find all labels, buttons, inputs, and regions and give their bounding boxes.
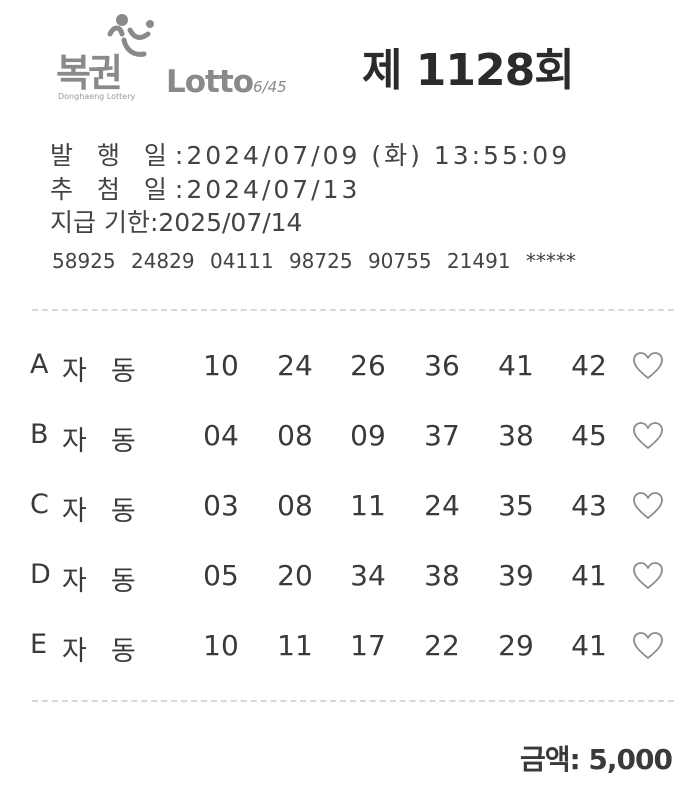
round-title: 제 1128회 [362, 45, 575, 96]
divider-top [32, 309, 674, 311]
draw-date-row: 추 첨 일:2024/07/13 [50, 170, 360, 206]
game-number: 26 [350, 349, 386, 382]
issue-date-value: :2024/07/09 (화) 13:55:09 [174, 141, 571, 170]
game-number: 29 [498, 629, 534, 662]
game-number: 39 [498, 559, 534, 592]
serial-part: 58925 [52, 249, 116, 273]
deadline-value: :2025/07/14 [149, 208, 303, 237]
game-letter: C [30, 489, 49, 520]
game-number: 10 [203, 629, 239, 662]
game-letter: D [30, 559, 51, 590]
game-number: 11 [350, 489, 386, 522]
game-row: B 자동 04 08 09 37 38 45 [0, 413, 698, 463]
game-number: 38 [498, 419, 534, 452]
game-number: 45 [571, 419, 607, 452]
heart-outline-icon[interactable] [632, 351, 664, 381]
game-mode: 자동 [62, 356, 160, 387]
game-row: D 자동 05 20 34 38 39 41 [0, 553, 698, 603]
game-number: 41 [571, 559, 607, 592]
game-number: 38 [424, 559, 460, 592]
game-row: C 자동 03 08 11 24 35 43 [0, 483, 698, 533]
game-number: 20 [277, 559, 313, 592]
issue-date-label: 발 행 일 [50, 141, 175, 170]
serial-part: 21491 [446, 249, 511, 273]
game-number: 09 [350, 419, 386, 452]
heart-outline-icon[interactable] [632, 491, 664, 521]
game-number: 41 [498, 349, 534, 382]
lottery-logo: 복권 Donghaeng Lottery Lotto6/45 [56, 12, 306, 107]
game-row: A 자동 10 24 26 36 41 42 [0, 343, 698, 393]
game-number: 36 [424, 349, 460, 382]
ticket-serial: 58925 24829 04111 98725 90755 21491 ****… [52, 249, 585, 273]
heart-outline-icon[interactable] [632, 631, 664, 661]
serial-part: 24829 [130, 249, 195, 273]
game-number: 41 [571, 629, 607, 662]
divider-bottom [32, 700, 674, 702]
heart-outline-icon[interactable] [632, 561, 664, 591]
game-row: E 자동 10 11 17 22 29 41 [0, 623, 698, 673]
logo-lotto-text: Lotto [166, 64, 254, 100]
draw-date-label: 추 첨 일 [50, 175, 175, 204]
game-number: 05 [203, 559, 239, 592]
game-number: 03 [203, 489, 239, 522]
game-number: 37 [424, 419, 460, 452]
game-number: 10 [203, 349, 239, 382]
game-letter: E [30, 629, 48, 660]
logo-lotto: Lotto6/45 [166, 64, 287, 100]
game-number: 42 [571, 349, 607, 382]
serial-part-masked: ***** [525, 249, 576, 273]
game-number: 17 [350, 629, 386, 662]
logo-lotto-sub: 6/45 [253, 78, 287, 96]
game-number: 43 [571, 489, 607, 522]
heart-outline-icon[interactable] [632, 421, 664, 451]
game-number: 08 [277, 419, 313, 452]
serial-part: 04111 [209, 249, 274, 273]
draw-date-value: :2024/07/13 [174, 175, 361, 204]
serial-part: 90755 [367, 249, 432, 273]
game-number: 34 [350, 559, 386, 592]
game-number: 08 [277, 489, 313, 522]
game-number: 24 [277, 349, 313, 382]
game-mode: 자동 [62, 636, 160, 667]
logo-brand-en: Donghaeng Lottery [58, 92, 136, 101]
game-number: 22 [424, 629, 460, 662]
deadline-label: 지급 기한 [50, 208, 150, 237]
game-mode: 자동 [62, 426, 160, 457]
game-mode: 자동 [62, 496, 160, 527]
game-number: 24 [424, 489, 460, 522]
deadline-row: 지급 기한:2025/07/14 [50, 203, 302, 239]
issue-date-row: 발 행 일:2024/07/09 (화) 13:55:09 [50, 136, 570, 172]
game-number: 11 [277, 629, 313, 662]
game-number: 04 [203, 419, 239, 452]
game-letter: B [30, 419, 49, 450]
serial-part: 98725 [288, 249, 353, 273]
game-mode: 자동 [62, 566, 160, 597]
ticket-amount: 금액: 5,000 [519, 743, 673, 776]
game-letter: A [30, 349, 49, 380]
game-number: 35 [498, 489, 534, 522]
logo-brand-kr: 복권 [56, 51, 123, 95]
